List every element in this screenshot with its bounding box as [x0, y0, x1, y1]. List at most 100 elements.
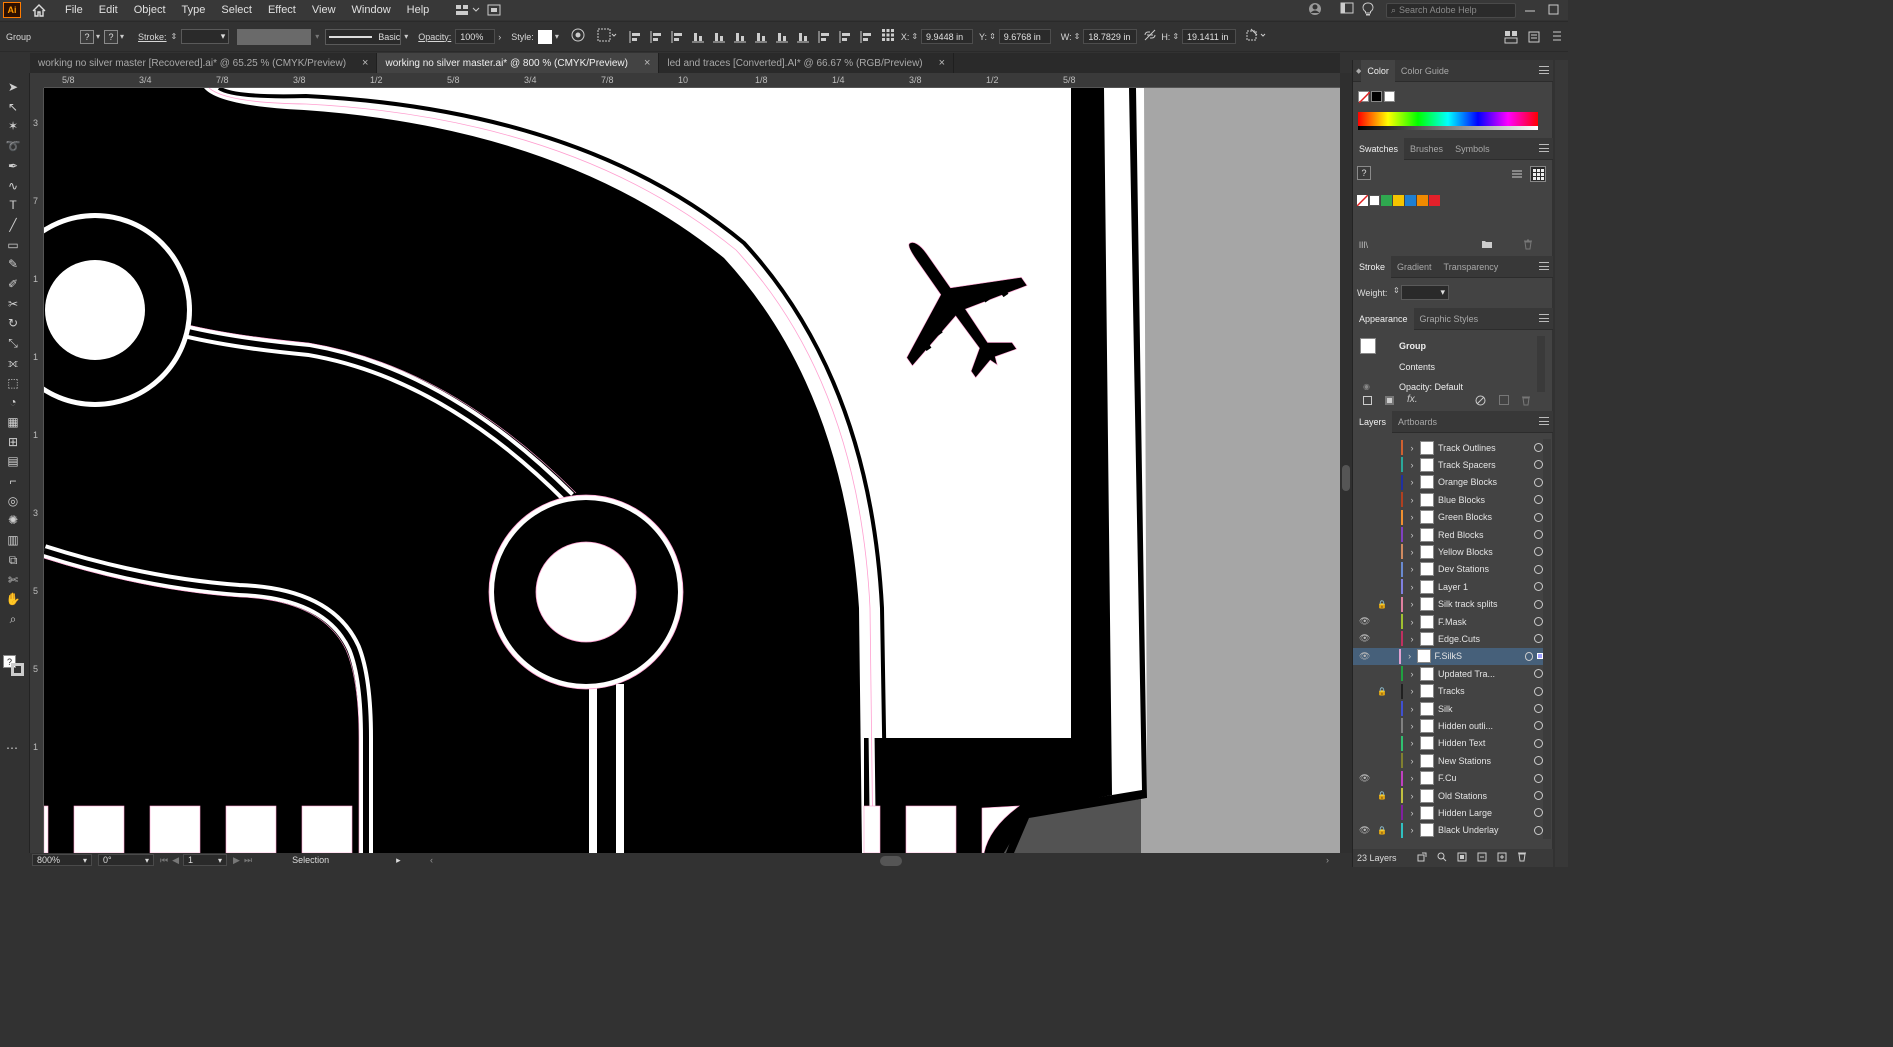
vertical-scroll-thumb[interactable] — [1342, 465, 1350, 491]
hscroll-right-icon[interactable]: › — [1326, 855, 1329, 865]
layer-target-icon[interactable] — [1534, 773, 1543, 783]
rotation-select[interactable]: 0° ▾ — [98, 854, 154, 866]
appearance-opacity-label[interactable]: Opacity: Default — [1399, 382, 1463, 392]
stroke-weight-stepper[interactable]: ⇕ — [171, 32, 178, 41]
x-input[interactable]: 9.9448 in — [921, 29, 974, 44]
type-tool-icon[interactable]: T — [5, 197, 21, 213]
delete-item-icon[interactable] — [1521, 395, 1531, 409]
artwork[interactable] — [44, 88, 1340, 853]
expand-chevron-icon[interactable]: › — [1406, 634, 1418, 644]
layer-row[interactable]: 🔒 › Old Stations — [1353, 787, 1543, 804]
layer-row[interactable]: › New Stations — [1353, 752, 1543, 769]
layer-target-icon[interactable] — [1534, 617, 1543, 626]
layer-lock-icon[interactable]: 🔒 — [1377, 687, 1391, 696]
layer-name[interactable]: Green Blocks — [1438, 512, 1528, 522]
y-stepper[interactable]: ⇕ — [989, 32, 996, 41]
menu-help[interactable]: Help — [405, 4, 432, 16]
weight-stepper[interactable]: ⇕ — [1393, 286, 1400, 295]
layer-row[interactable]: 👁 › F.Cu — [1353, 770, 1543, 787]
stroke-dropdown-chevron-icon[interactable]: ▾ — [120, 32, 124, 41]
blend-tool-icon[interactable]: ◎ — [5, 493, 21, 509]
layer-name[interactable]: Yellow Blocks — [1438, 547, 1528, 557]
expand-chevron-icon[interactable]: › — [1406, 547, 1418, 557]
hscroll-left-icon[interactable]: ‹ — [430, 855, 433, 865]
menu-type[interactable]: Type — [180, 4, 208, 16]
layer-row[interactable]: › Orange Blocks — [1353, 474, 1543, 491]
add-stroke-icon[interactable] — [1363, 396, 1372, 405]
expand-chevron-icon[interactable]: › — [1406, 738, 1418, 748]
appearance-scrollbar[interactable] — [1537, 336, 1545, 392]
transform-options-icon[interactable] — [1246, 28, 1268, 45]
zoom-tool-icon[interactable]: ⌕ — [5, 611, 21, 627]
layer-name[interactable]: Dev Stations — [1438, 564, 1528, 574]
layer-name[interactable]: Layer 1 — [1438, 582, 1528, 592]
layer-target-icon[interactable] — [1534, 460, 1543, 470]
tab-graphic-styles[interactable]: Graphic Styles — [1414, 308, 1485, 330]
width-input[interactable]: 18.7829 in — [1083, 29, 1138, 44]
opacity-input[interactable]: 100% — [455, 29, 496, 44]
opacity-label[interactable]: Opacity: — [418, 32, 451, 42]
magic-wand-tool-icon[interactable]: ✶ — [5, 118, 21, 134]
layer-target-icon[interactable] — [1534, 547, 1543, 557]
menu-window[interactable]: Window — [350, 4, 393, 16]
layer-visibility-eye-icon[interactable]: 👁 — [1359, 773, 1373, 784]
layer-row[interactable]: › Updated Tra... — [1353, 665, 1543, 682]
layer-target-icon[interactable] — [1534, 634, 1543, 644]
constrain-proportions-icon[interactable] — [1143, 29, 1157, 44]
line-segment-tool-icon[interactable]: ╱ — [5, 217, 21, 233]
layer-row[interactable]: 👁 › Edge.Cuts — [1353, 630, 1543, 647]
fill-dropdown-chevron-icon[interactable]: ▾ — [96, 32, 100, 41]
minimize-button[interactable] — [1522, 2, 1542, 18]
layer-visibility-eye-icon[interactable]: 👁 — [1359, 633, 1373, 644]
next-artboard-icon[interactable]: ▶ — [233, 855, 240, 866]
stroke-weight-select[interactable]: ▾ — [181, 29, 230, 44]
layer-target-icon[interactable] — [1534, 495, 1543, 505]
new-swatch-group-icon[interactable] — [1481, 239, 1493, 252]
last-artboard-icon[interactable]: ⏭ — [244, 855, 252, 866]
scale-tool-icon[interactable]: ⤡ — [5, 335, 21, 351]
x-stepper[interactable]: ⇕ — [911, 32, 918, 41]
zoom-select[interactable]: 800% ▾ — [32, 854, 92, 866]
layer-target-icon[interactable] — [1524, 651, 1534, 661]
weight-select[interactable]: ▾ — [1401, 285, 1449, 300]
add-effect-icon[interactable]: fx. — [1407, 394, 1418, 405]
layer-visibility-eye-icon[interactable]: 👁 — [1359, 616, 1373, 627]
align-right-icon[interactable] — [670, 30, 684, 44]
discover-lightbulb-icon[interactable] — [1362, 2, 1380, 18]
layer-row[interactable]: › Hidden Large — [1353, 804, 1543, 821]
close-tab-icon[interactable]: × — [362, 57, 368, 69]
stroke-swatch[interactable]: ? — [104, 29, 119, 44]
swatch-color[interactable] — [1381, 195, 1392, 206]
paintbrush-tool-icon[interactable]: ✎ — [5, 256, 21, 272]
layer-target-icon[interactable] — [1534, 530, 1543, 539]
expand-chevron-icon[interactable]: › — [1406, 773, 1418, 783]
layer-row[interactable]: › Blue Blocks — [1353, 491, 1543, 508]
fill-none-swatch[interactable] — [1358, 91, 1370, 103]
brush-chevron-icon[interactable]: ▾ — [404, 32, 408, 41]
layer-target-icon[interactable] — [1534, 582, 1543, 592]
layer-target-icon[interactable] — [1534, 721, 1543, 731]
variable-width-profile[interactable] — [237, 28, 312, 45]
layer-target-icon[interactable] — [1534, 808, 1543, 818]
gradient-tool-icon[interactable]: ▤ — [5, 453, 21, 469]
layer-row[interactable]: 🔒 › Tracks — [1353, 683, 1543, 700]
layer-target-icon[interactable] — [1534, 825, 1543, 835]
layer-row[interactable]: › Track Spacers — [1353, 456, 1543, 473]
align-vertical-center-icon[interactable] — [712, 30, 726, 44]
layer-name[interactable]: F.Mask — [1438, 617, 1528, 627]
expand-chevron-icon[interactable]: › — [1406, 530, 1418, 540]
layer-target-icon[interactable] — [1534, 756, 1543, 766]
swatch-none[interactable] — [1357, 195, 1368, 206]
align-top-icon[interactable] — [691, 30, 705, 44]
expand-chevron-icon[interactable]: › — [1406, 599, 1418, 609]
layer-row[interactable]: 👁 › F.SilkS — [1353, 647, 1543, 665]
expand-chevron-icon[interactable]: › — [1406, 564, 1418, 574]
home-icon[interactable] — [29, 2, 49, 18]
swatch-color[interactable] — [1393, 195, 1404, 206]
layer-name[interactable]: New Stations — [1438, 756, 1528, 766]
expand-chevron-icon[interactable]: › — [1406, 704, 1418, 714]
layer-target-icon[interactable] — [1534, 791, 1543, 800]
expand-chevron-icon[interactable]: › — [1406, 686, 1418, 696]
close-tab-icon[interactable]: × — [644, 57, 650, 69]
expand-chevron-icon[interactable]: › — [1406, 443, 1418, 453]
